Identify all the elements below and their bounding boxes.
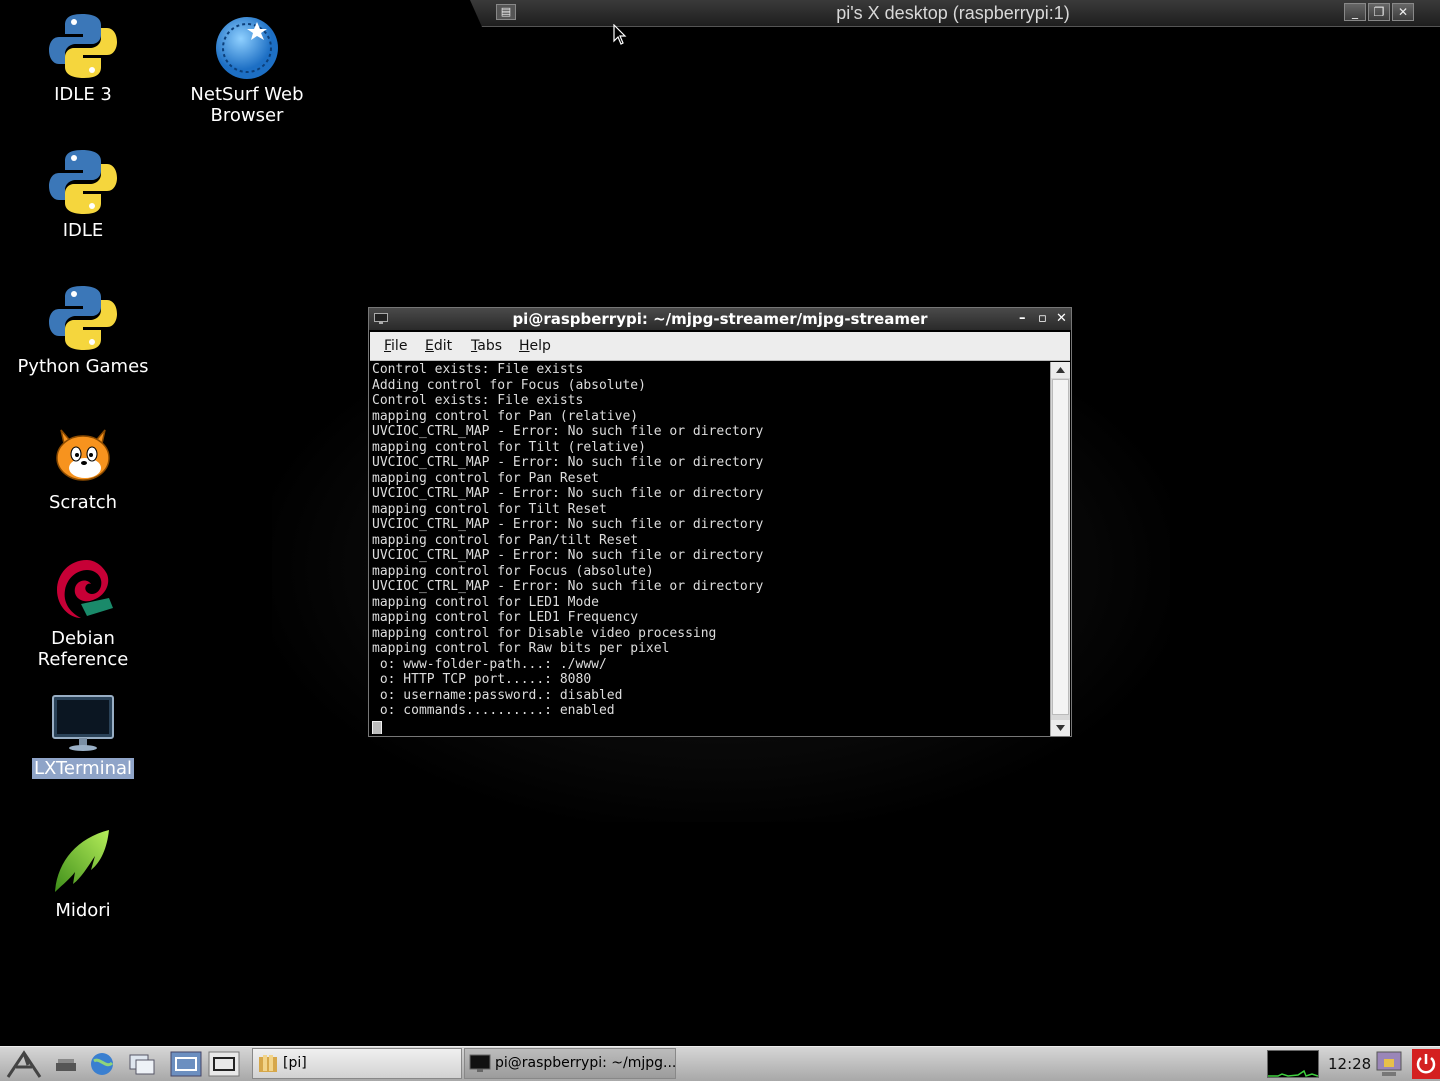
task-label: [pi] bbox=[283, 1055, 307, 1071]
terminal-icon bbox=[469, 1054, 491, 1072]
desktop-icon-label: IDLE 3 bbox=[54, 84, 112, 105]
taskbar: [pi] pi@raspberrypi: ~/mjpg... 12:28 bbox=[0, 1046, 1440, 1081]
terminal-window-title: pi@raspberrypi: ~/mjpg-streamer/mjpg-str… bbox=[512, 310, 928, 328]
mouse-cursor-icon bbox=[613, 24, 627, 45]
desktop-icon-label: LXTerminal bbox=[31, 758, 135, 779]
netsurf-icon bbox=[211, 10, 283, 82]
terminal-line: o: username:password.: disabled bbox=[372, 687, 623, 703]
terminal-line: mapping control for Raw bits per pixel bbox=[372, 641, 670, 656]
scrollbar-thumb[interactable] bbox=[1052, 379, 1069, 715]
lxterminal-window[interactable]: pi@raspberrypi: ~/mjpg-streamer/mjpg-str… bbox=[368, 307, 1072, 737]
desktop-icon-netsurf[interactable]: NetSurf Web Browser bbox=[172, 10, 322, 126]
debian-swirl-icon bbox=[47, 554, 119, 626]
desktop-icon-idle[interactable]: IDLE bbox=[8, 146, 158, 241]
scroll-up-icon[interactable] bbox=[1051, 362, 1070, 378]
taskbar-task-file-manager[interactable]: [pi] bbox=[252, 1048, 462, 1079]
terminal-line: mapping control for LED1 Frequency bbox=[372, 610, 639, 625]
desktop-icon-idle3[interactable]: IDLE 3 bbox=[8, 10, 158, 105]
desktop-icon-label: Python Games bbox=[17, 356, 149, 377]
terminal-line: UVCIOC_CTRL_MAP - Error: No such file or… bbox=[372, 517, 764, 532]
cpu-usage-monitor bbox=[1267, 1050, 1319, 1078]
desktop-icon-lxterminal[interactable]: LXTerminal bbox=[8, 692, 158, 779]
desktop-icon-label: IDLE bbox=[62, 220, 104, 241]
desktop-icon-python-games[interactable]: Python Games bbox=[8, 282, 158, 377]
menu-tabs[interactable]: Tabs bbox=[471, 338, 502, 354]
vnc-title-bar: ▤ pi's X desktop (raspberrypi:1) _ ❐ ✕ bbox=[470, 0, 1440, 27]
power-icon[interactable] bbox=[1412, 1049, 1440, 1079]
start-menu-icon[interactable] bbox=[4, 1049, 44, 1079]
monitor-icon bbox=[47, 692, 119, 756]
terminal-menu-bar: File Edit Tabs Help bbox=[370, 332, 1070, 361]
terminal-prompt-line bbox=[372, 719, 1048, 734]
close-icon[interactable]: ✕ bbox=[1056, 311, 1067, 326]
menu-file[interactable]: File bbox=[384, 338, 407, 354]
desktop-icon-scratch[interactable]: Scratch bbox=[8, 418, 158, 513]
terminal-line: mapping control for Pan/tilt Reset bbox=[372, 532, 639, 548]
menu-edit[interactable]: Edit bbox=[425, 338, 452, 354]
terminal-line: mapping control for Tilt Reset bbox=[372, 501, 607, 517]
desktop-1-icon[interactable] bbox=[170, 1051, 202, 1077]
restore-icon[interactable]: ❐ bbox=[1368, 3, 1390, 21]
terminal-line: o: HTTP TCP port.....: 8080 bbox=[372, 672, 592, 687]
python-icon bbox=[47, 10, 119, 82]
close-icon[interactable]: ✕ bbox=[1392, 3, 1414, 21]
clock[interactable]: 12:28 bbox=[1328, 1055, 1371, 1073]
terminal-line: mapping control for Tilt (relative) bbox=[372, 439, 646, 455]
task-label: pi@raspberrypi: ~/mjpg... bbox=[495, 1055, 676, 1071]
minimize-icon[interactable]: _ bbox=[1344, 3, 1366, 21]
scratch-cat-icon bbox=[47, 418, 119, 490]
terminal-output[interactable]: Control exists: File exists Adding contro… bbox=[372, 362, 1048, 734]
terminal-line: o: www-folder-path...: ./www/ bbox=[372, 656, 607, 672]
terminal-line: Adding control for Focus (absolute) bbox=[372, 377, 646, 393]
terminal-line: UVCIOC_CTRL_MAP - Error: No such file or… bbox=[372, 455, 764, 470]
terminal-scrollbar[interactable] bbox=[1050, 362, 1070, 736]
terminal-line: UVCIOC_CTRL_MAP - Error: No such file or… bbox=[372, 548, 764, 563]
desktop-icon-label: Midori bbox=[55, 900, 111, 921]
terminal-line: mapping control for Disable video proces… bbox=[372, 625, 717, 641]
terminal-line: o: commands..........: enabled bbox=[372, 703, 615, 718]
text-cursor bbox=[372, 720, 382, 734]
python-icon bbox=[47, 146, 119, 218]
desktop-icon-label: Debian Reference bbox=[37, 628, 129, 670]
terminal-line: mapping control for LED1 Mode bbox=[372, 594, 599, 610]
desktop-icon-label: Scratch bbox=[48, 492, 118, 513]
terminal-line: mapping control for Pan (relative) bbox=[372, 408, 639, 424]
screen-lock-icon[interactable] bbox=[1374, 1049, 1404, 1079]
minimize-icon[interactable]: – bbox=[1019, 311, 1026, 326]
terminal-line: UVCIOC_CTRL_MAP - Error: No such file or… bbox=[372, 424, 764, 439]
midori-leaf-icon bbox=[47, 826, 119, 898]
folder-icon bbox=[259, 1055, 277, 1072]
vnc-window-title: pi's X desktop (raspberrypi:1) bbox=[836, 3, 1070, 23]
web-browser-icon[interactable] bbox=[88, 1051, 116, 1077]
maximize-icon[interactable]: ▫ bbox=[1038, 311, 1047, 326]
desktop-icon-label: NetSurf Web Browser bbox=[190, 84, 304, 126]
terminal-line: Control exists: File exists bbox=[372, 362, 584, 377]
menu-help[interactable]: Help bbox=[519, 338, 551, 354]
python-icon bbox=[47, 282, 119, 354]
desktop-icon-debian-reference[interactable]: Debian Reference bbox=[8, 554, 158, 670]
scroll-down-icon[interactable] bbox=[1051, 720, 1070, 736]
desktop-icon-midori[interactable]: Midori bbox=[8, 826, 158, 921]
terminal-line: Control exists: File exists bbox=[372, 393, 584, 408]
taskbar-task-terminal[interactable]: pi@raspberrypi: ~/mjpg... bbox=[464, 1048, 676, 1079]
terminal-title-bar[interactable]: pi@raspberrypi: ~/mjpg-streamer/mjpg-str… bbox=[369, 308, 1071, 330]
file-manager-icon[interactable] bbox=[52, 1051, 80, 1077]
terminal-line: UVCIOC_CTRL_MAP - Error: No such file or… bbox=[372, 579, 764, 594]
window-switcher-icon[interactable] bbox=[126, 1051, 158, 1077]
terminal-line: mapping control for Pan Reset bbox=[372, 470, 599, 486]
desktop-2-icon[interactable] bbox=[208, 1051, 240, 1077]
terminal-line: UVCIOC_CTRL_MAP - Error: No such file or… bbox=[372, 486, 764, 501]
terminal-line: mapping control for Focus (absolute) bbox=[372, 563, 654, 579]
